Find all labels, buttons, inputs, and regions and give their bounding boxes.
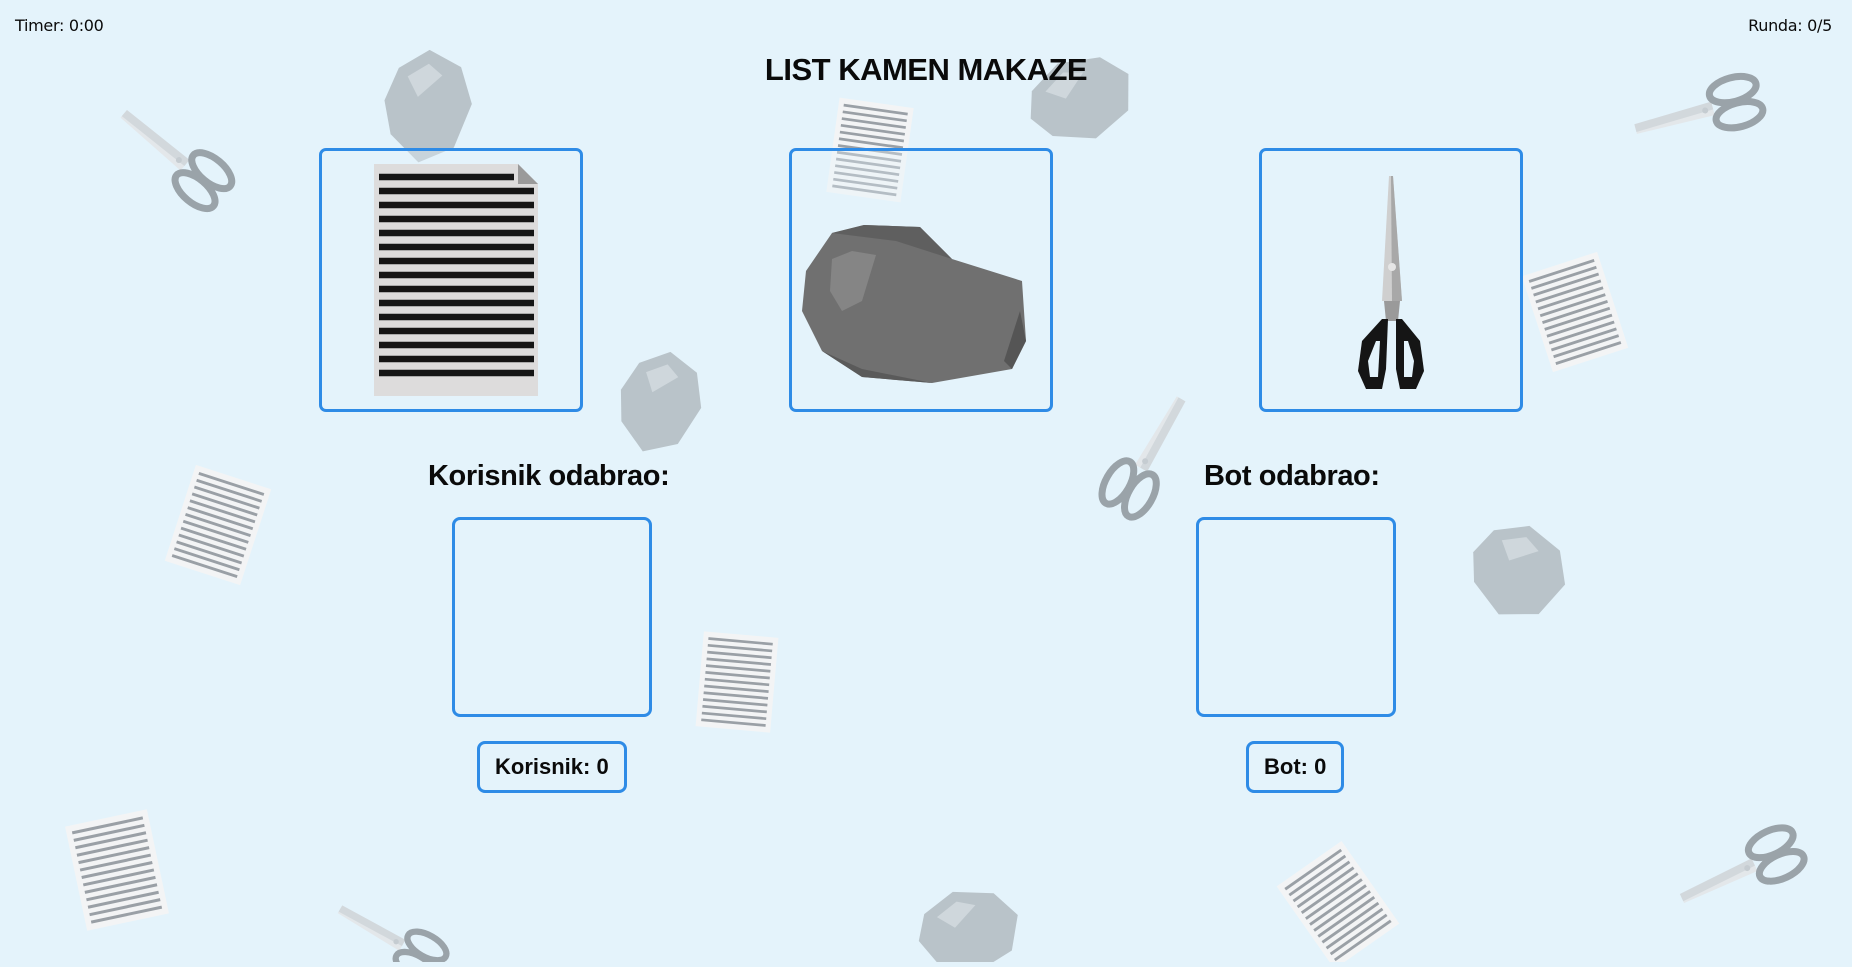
paper-choice-button[interactable] xyxy=(319,148,583,412)
scissors-icon xyxy=(1358,176,1424,389)
scissors-choice-button[interactable] xyxy=(1259,148,1523,412)
background-pattern xyxy=(63,42,1852,967)
rock-icon xyxy=(802,225,1026,383)
bot-choice-label: Bot odabrao: xyxy=(1204,460,1380,492)
bot-score-badge: Bot: 0 xyxy=(1246,741,1345,793)
user-selected-choice-box xyxy=(452,517,652,717)
paper-icon xyxy=(374,164,538,396)
user-choice-label: Korisnik odabrao: xyxy=(428,460,670,492)
bot-selected-choice-box xyxy=(1196,517,1396,717)
timer-display: Timer: 0:00 xyxy=(15,16,104,35)
page-title: LIST KAMEN MAKAZE xyxy=(764,52,1088,87)
round-counter: Runda: 0/5 xyxy=(1748,16,1832,35)
rock-choice-button[interactable] xyxy=(789,148,1053,412)
user-score-badge: Korisnik: 0 xyxy=(477,741,627,793)
background-decorations xyxy=(0,0,1852,967)
